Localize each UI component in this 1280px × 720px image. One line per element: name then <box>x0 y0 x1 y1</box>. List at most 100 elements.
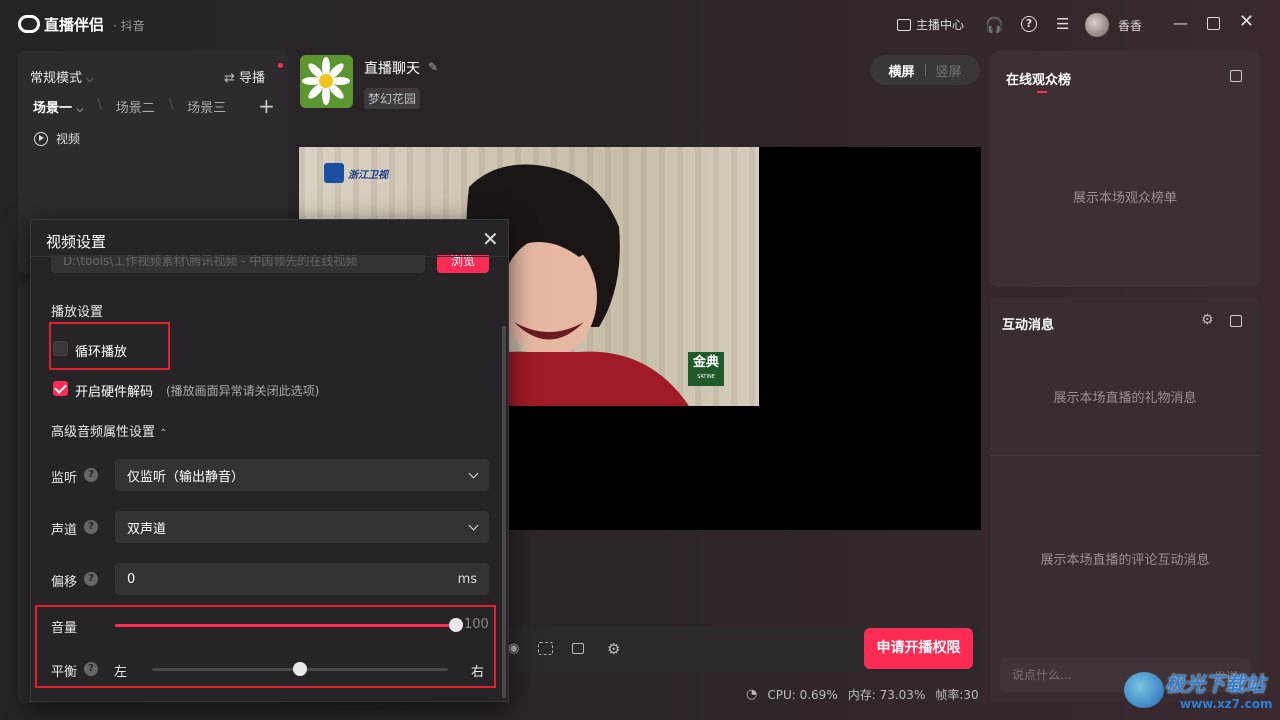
source-label: 视频 <box>56 132 81 146</box>
watermark-text: 极光下载站 <box>1165 672 1265 696</box>
channel-value: 双声道 <box>127 521 167 537</box>
anchor-center-link[interactable]: 主播中心 <box>897 16 964 33</box>
monitor-select[interactable]: 仅监听（输出静音） <box>115 459 489 491</box>
dialog-title: 视频设置 <box>46 233 107 251</box>
stream-cover[interactable] <box>300 55 353 108</box>
hw-decode-label: 开启硬件解码 <box>75 385 154 400</box>
volume-thumb[interactable] <box>449 618 463 632</box>
fps-status: 帧率:30 <box>935 688 979 702</box>
channel-help-icon[interactable]: ? <box>84 520 98 534</box>
offset-unit: ms <box>457 571 477 587</box>
hw-decode-hint: (播放画面异常请关闭此选项) <box>166 384 320 398</box>
cpu-status: CPU: 0.69% <box>767 687 838 702</box>
balance-label: 平衡 <box>51 665 78 680</box>
app-platform: · 抖音 <box>113 19 145 33</box>
volume-label: 音量 <box>51 621 78 636</box>
interaction-popout-icon[interactable] <box>1230 315 1242 327</box>
maximize-icon[interactable] <box>1207 17 1220 30</box>
brand-logo: 金典 SATINE <box>688 352 724 386</box>
avatar[interactable] <box>1085 13 1109 37</box>
interaction-title: 互动消息 <box>1002 318 1055 333</box>
balance-right-label: 右 <box>471 665 485 680</box>
dialog-header-divider <box>31 256 508 257</box>
comment-empty-text: 展示本场直播的评论互动消息 <box>1040 553 1210 568</box>
hw-decode-checkbox[interactable] <box>53 381 68 396</box>
scene-tabs: 场景一 ⌵ \ 场景二 \ 场景三 <box>33 97 227 116</box>
performance-icon: ◔ <box>746 687 758 702</box>
camera-icon[interactable] <box>572 643 584 654</box>
monitor-value: 仅监听（输出静音） <box>127 469 245 485</box>
playback-section-title: 播放设置 <box>51 305 104 320</box>
chevron-down-icon <box>468 520 479 530</box>
monitor-help-icon[interactable]: ? <box>84 468 98 482</box>
menu-icon[interactable]: ☰ <box>1056 15 1069 33</box>
scene-tab-2[interactable]: 场景二 <box>116 97 155 116</box>
anchor-center-label: 主播中心 <box>916 18 965 32</box>
add-scene-icon[interactable]: + <box>258 94 275 118</box>
audience-title[interactable]: 在线观众榜 <box>1006 69 1071 88</box>
offset-help-icon[interactable]: ? <box>84 572 98 586</box>
highlight-audio-sliders <box>35 605 496 688</box>
mode-dropdown[interactable]: 常规模式 ⌵ <box>30 67 94 86</box>
headset-icon[interactable]: 🎧 <box>985 16 1004 34</box>
balance-thumb[interactable] <box>293 662 307 676</box>
offset-value: 0 <box>127 571 136 587</box>
browse-button[interactable]: 浏览 <box>437 255 489 273</box>
interaction-settings-icon[interactable]: ⚙ <box>1201 312 1214 328</box>
scene-tab-3[interactable]: 场景三 <box>187 97 226 116</box>
volume-value: 100 <box>464 617 489 632</box>
chevron-down-icon <box>468 468 479 478</box>
close-window-icon[interactable]: ✕ <box>1239 13 1254 31</box>
balance-help-icon[interactable]: ? <box>84 662 98 676</box>
channel-logo: 浙江卫视 <box>324 163 388 183</box>
landscape-option[interactable]: 横屏 <box>888 61 914 80</box>
apply-live-permission-button[interactable]: 申请开播权限 <box>864 628 973 669</box>
username: 香香 <box>1118 19 1143 33</box>
help-icon[interactable]: ? <box>1021 16 1037 32</box>
portrait-option[interactable]: 竖屏 <box>936 61 962 80</box>
loop-checkbox[interactable] <box>53 341 68 356</box>
memory-status: 内存: 73.03% <box>847 688 926 702</box>
notification-dot <box>278 63 283 68</box>
popout-icon[interactable] <box>1230 70 1242 82</box>
offset-label: 偏移 <box>51 575 78 590</box>
volume-slider[interactable] <box>115 618 463 632</box>
loop-label: 循环播放 <box>75 345 128 360</box>
app-logo-icon <box>18 15 40 33</box>
orientation-toggle: 横屏 竖屏 <box>870 55 980 85</box>
gift-empty-text: 展示本场直播的礼物消息 <box>1053 391 1197 406</box>
dialog-scrollbar[interactable] <box>502 326 506 698</box>
orientation-divider <box>924 64 926 76</box>
minimize-icon[interactable]: — <box>1173 14 1188 32</box>
screen-icon[interactable] <box>538 642 553 655</box>
file-path-field[interactable]: D:\tools\工作视频素材\腾讯视频 - 中国领先的在线视频 <box>51 255 425 273</box>
source-item-video[interactable]: 视频 <box>34 130 80 147</box>
audience-empty-text: 展示本场观众榜单 <box>1072 191 1177 206</box>
settings-icon[interactable]: ⚙ <box>607 640 620 658</box>
balance-slider[interactable] <box>152 662 448 676</box>
watermark-url: www.xz7.com <box>1180 697 1273 711</box>
tab-underline <box>1037 91 1047 93</box>
watermark-logo-icon <box>1124 672 1164 708</box>
play-icon <box>34 131 48 146</box>
channel-label: 声道 <box>51 523 78 538</box>
interaction-panel <box>990 297 1260 702</box>
stream-tag[interactable]: 梦幻花园 <box>364 88 421 109</box>
guide-button[interactable]: ⇄ 导播 <box>224 67 265 86</box>
chart-icon <box>897 18 911 31</box>
scene-tab-1[interactable]: 场景一 ⌵ <box>33 97 83 116</box>
app-title: 直播伴侣 <box>44 16 105 34</box>
volume-fill <box>115 624 456 627</box>
mic-icon[interactable]: ◉ <box>508 641 519 656</box>
balance-left-label: 左 <box>114 665 128 680</box>
dialog-close-icon[interactable]: ✕ <box>482 227 499 251</box>
channel-logo-icon <box>324 163 344 183</box>
monitor-label: 监听 <box>51 471 78 486</box>
status-bar: ◔ CPU: 0.69% 内存: 73.03% 帧率:30 <box>746 686 979 703</box>
offset-input[interactable]: 0 ms <box>115 563 489 595</box>
edit-icon[interactable]: ✎ <box>428 60 438 74</box>
stream-title: 直播聊天 <box>364 61 420 77</box>
channel-select[interactable]: 双声道 <box>115 511 489 543</box>
panel-divider <box>990 455 1260 456</box>
advanced-audio-toggle[interactable]: 高级音频属性设置 ⌃ <box>51 421 168 440</box>
